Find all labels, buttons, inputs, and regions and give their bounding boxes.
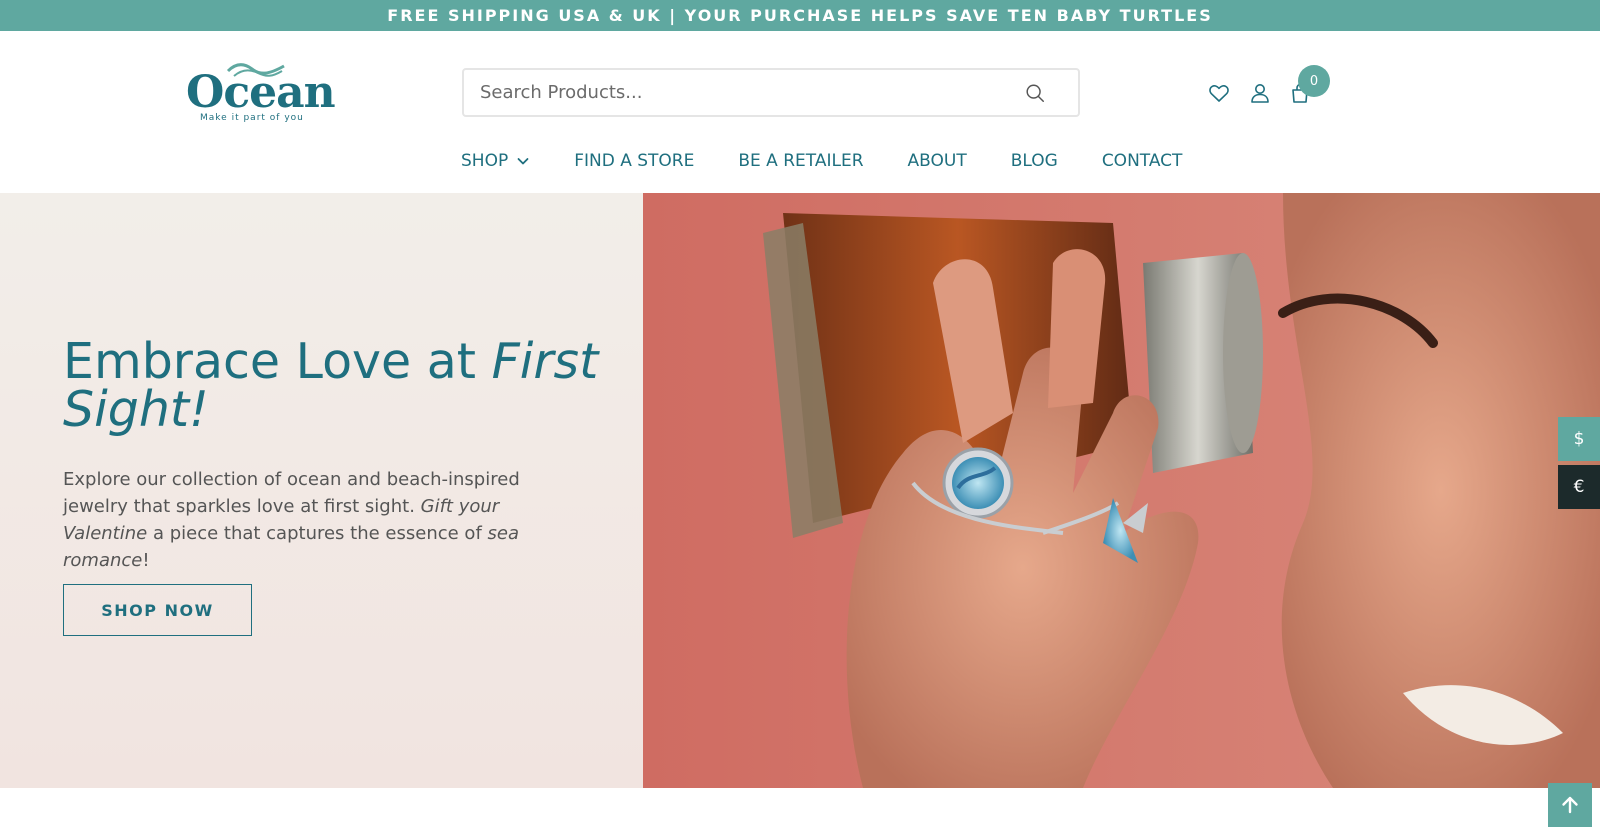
back-to-top-button[interactable]	[1548, 783, 1592, 827]
hero-text-part: !	[142, 550, 150, 571]
nav-contact[interactable]: CONTACT	[1102, 151, 1183, 171]
brand-tagline: Make it part of you	[200, 113, 304, 123]
main-nav: SHOP FIND A STORE BE A RETAILER ABOUT BL…	[461, 148, 1182, 174]
nav-find-a-store[interactable]: FIND A STORE	[574, 151, 694, 171]
nav-be-a-retailer[interactable]: BE A RETAILER	[738, 151, 863, 171]
hero-title: Embrace Love at First Sight!	[63, 337, 623, 434]
hero-photo-illustration	[643, 193, 1600, 788]
search-input[interactable]	[480, 70, 1000, 115]
chevron-down-icon	[517, 158, 529, 165]
hero-text-part: a piece that captures the essence of	[147, 523, 488, 544]
nav-about[interactable]: ABOUT	[908, 151, 967, 171]
search-bar	[462, 68, 1080, 117]
currency-usd-button[interactable]: $	[1558, 417, 1600, 461]
nav-blog[interactable]: BLOG	[1011, 151, 1058, 171]
nav-shop[interactable]: SHOP	[461, 151, 530, 171]
arrow-up-icon	[1562, 796, 1578, 814]
hero-text-panel: Embrace Love at First Sight! Explore our…	[0, 193, 643, 788]
currency-eur-button[interactable]: €	[1558, 465, 1600, 509]
cart-count-badge[interactable]: 0	[1298, 65, 1330, 97]
hero-description: Explore our collection of ocean and beac…	[63, 466, 583, 574]
brand-name: Ocean	[186, 67, 336, 118]
hero-photo	[643, 193, 1600, 788]
site-header: Ocean Make it part of you 0 SHOP FIND A …	[0, 31, 1600, 193]
announcement-bar: FREE SHIPPING USA & UK | YOUR PURCHASE H…	[0, 0, 1600, 31]
search-icon[interactable]	[1024, 82, 1046, 104]
heart-icon[interactable]	[1207, 81, 1231, 105]
announcement-text: FREE SHIPPING USA & UK | YOUR PURCHASE H…	[387, 6, 1213, 25]
brand-logo[interactable]: Ocean Make it part of you	[186, 61, 336, 125]
nav-shop-label: SHOP	[461, 151, 509, 171]
user-icon[interactable]	[1248, 81, 1272, 105]
shop-now-button[interactable]: SHOP NOW	[63, 584, 252, 636]
